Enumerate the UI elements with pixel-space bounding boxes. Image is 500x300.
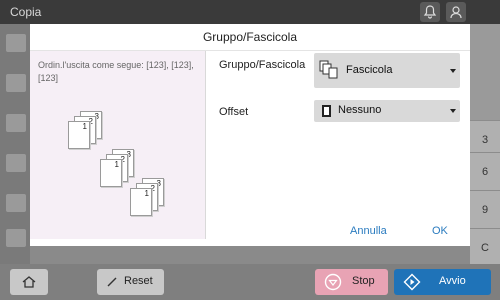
gruppo-fascicola-label: Gruppo/Fascicola (219, 59, 306, 71)
ok-button[interactable]: OK (432, 225, 448, 237)
background-tile (6, 154, 26, 172)
home-icon (21, 274, 37, 295)
background-tile (6, 229, 26, 247)
stop-label: Stop (352, 275, 375, 287)
sheet-1: 1 (100, 159, 122, 187)
output-description: Ordin.l'uscita come segue: [123], [123],… (38, 60, 194, 83)
background-keypad: 3 6 9 C (470, 24, 500, 267)
background-side-panel (0, 24, 30, 264)
reset-label: Reset (124, 275, 153, 287)
sheet-1: 1 (68, 121, 90, 149)
background-tile (6, 194, 26, 212)
gruppo-fascicola-value: Fascicola (346, 64, 393, 76)
keypad-key: 9 (470, 190, 500, 229)
bottom-bar: Reset Stop Avvio (0, 264, 500, 300)
offset-label: Offset (219, 106, 249, 118)
background-tile (6, 74, 26, 92)
preview-pane: Ordin.l'uscita come segue: [123], [123],… (30, 51, 206, 239)
dialog-footer: Annulla OK (30, 221, 470, 246)
collate-icon (318, 59, 340, 86)
reset-icon (105, 275, 119, 294)
chevron-down-icon (450, 69, 456, 73)
start-icon (403, 273, 421, 296)
gruppo-fascicola-dialog: Gruppo/Fascicola Ordin.l'uscita come seg… (30, 24, 470, 246)
stop-button[interactable]: Stop (315, 269, 388, 295)
start-label: Avvio (439, 275, 466, 287)
page-icon (320, 103, 334, 124)
keypad-key: C (470, 228, 500, 267)
chevron-down-icon (450, 109, 456, 113)
dialog-title: Gruppo/Fascicola (30, 24, 470, 51)
keypad-key: 6 (470, 152, 500, 191)
background-tile (6, 114, 26, 132)
start-button[interactable]: Avvio (394, 269, 491, 295)
background-tile (6, 34, 26, 52)
gruppo-fascicola-select[interactable]: Fascicola (314, 53, 460, 88)
bell-icon[interactable] (420, 2, 440, 22)
offset-value: Nessuno (338, 104, 382, 116)
reset-button[interactable]: Reset (97, 269, 164, 295)
home-button[interactable] (10, 269, 48, 295)
stop-icon (324, 273, 342, 296)
offset-select[interactable]: Nessuno (314, 100, 460, 122)
cancel-button[interactable]: Annulla (350, 225, 387, 237)
top-bar: Copia (0, 0, 500, 24)
app-title: Copia (10, 5, 42, 19)
user-icon[interactable] (446, 2, 466, 22)
sheet-1: 1 (130, 188, 152, 216)
